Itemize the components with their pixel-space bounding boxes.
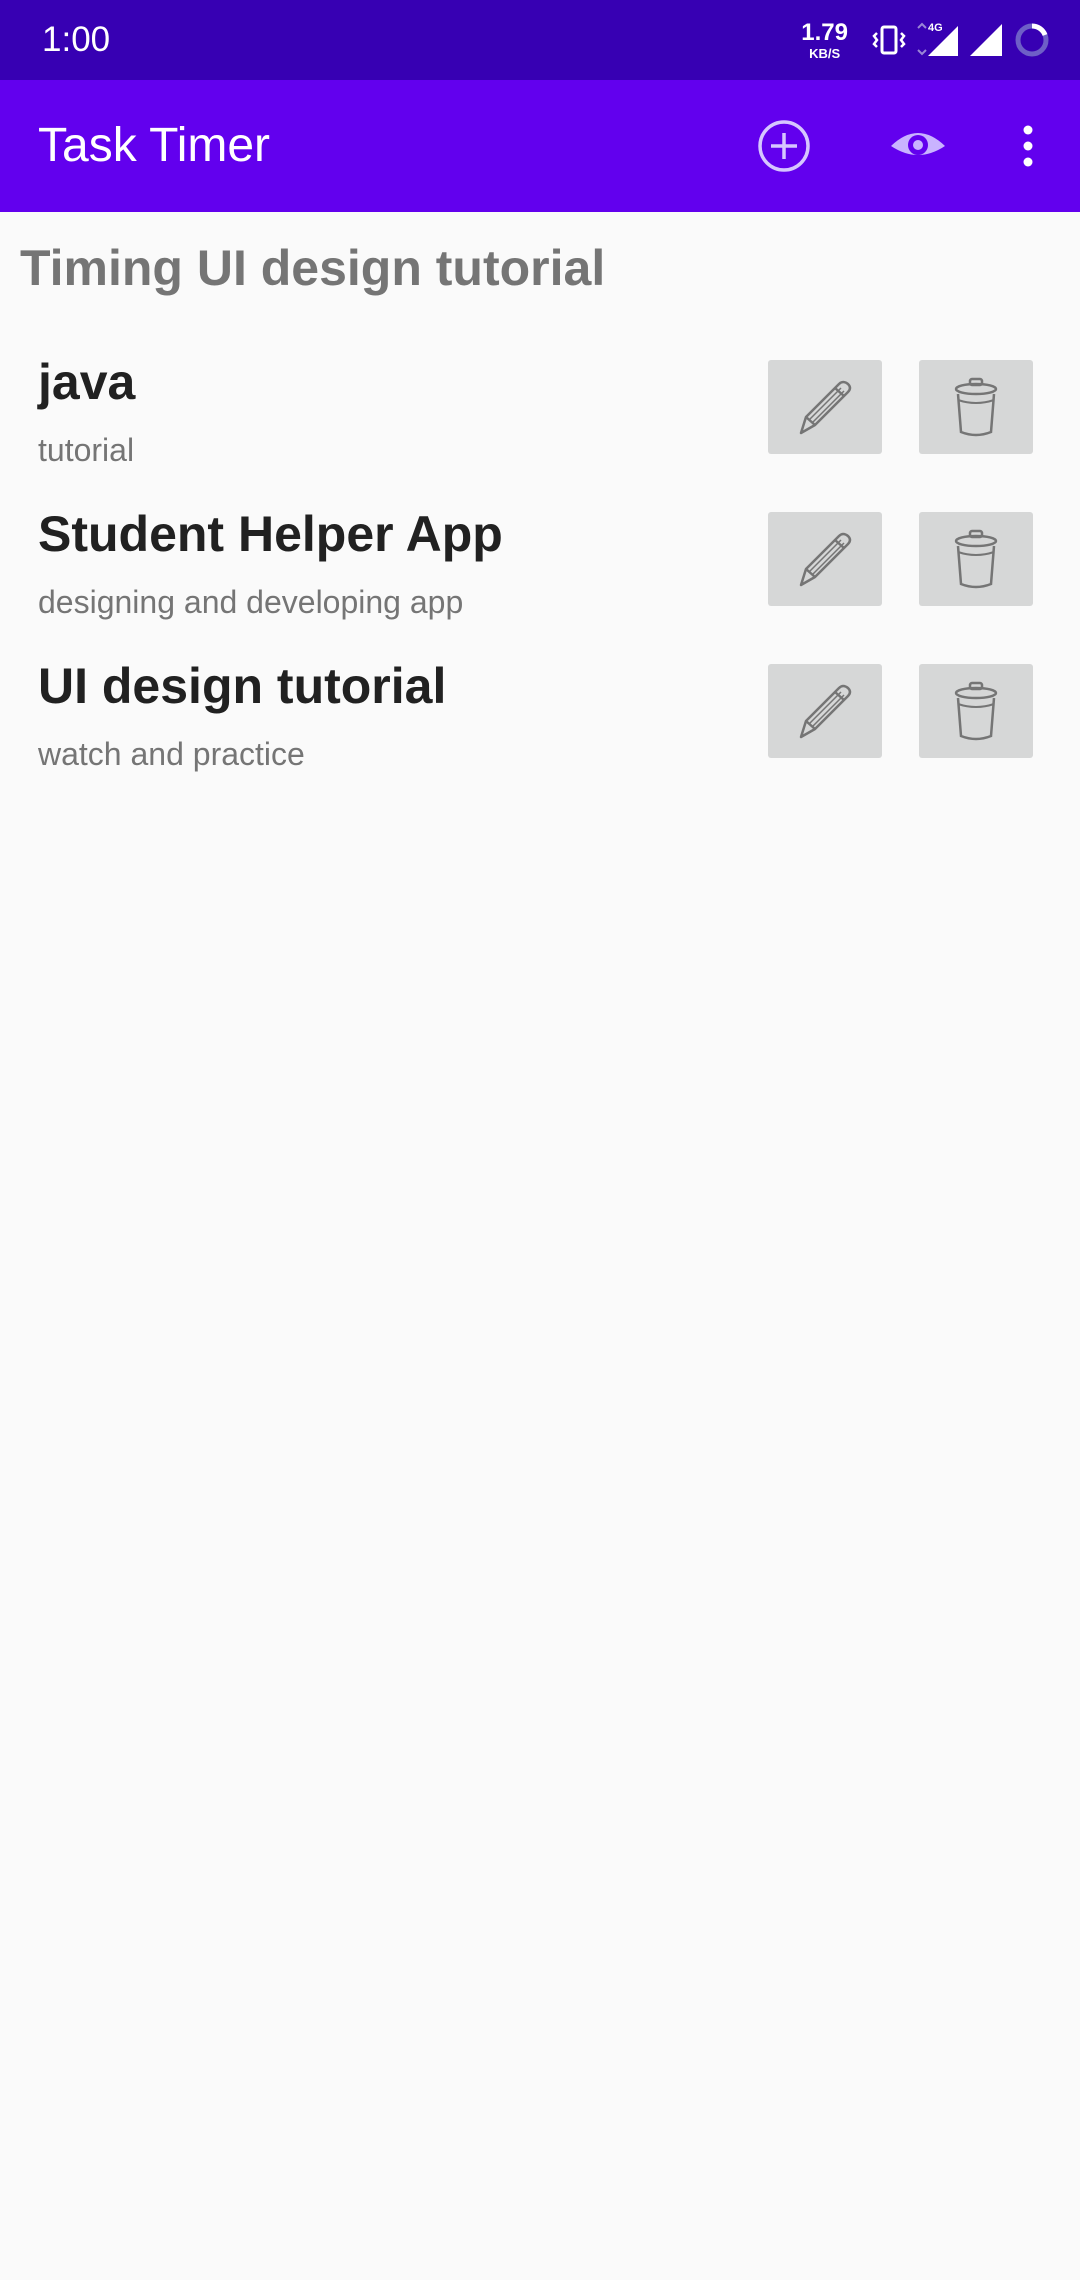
edit-task-button[interactable]	[768, 664, 882, 758]
status-time: 1:00	[42, 20, 111, 59]
network-type-label: 4G	[928, 22, 943, 34]
plus-circle-icon	[758, 120, 810, 172]
signal-icon	[970, 24, 1002, 56]
view-button[interactable]	[880, 108, 956, 184]
delete-task-button[interactable]	[919, 360, 1033, 454]
app-bar: Task Timer	[0, 80, 1080, 212]
overflow-menu-button[interactable]	[990, 108, 1066, 184]
task-row[interactable]: java tutorial	[0, 346, 1080, 498]
task-description: tutorial	[38, 432, 135, 468]
delete-task-button[interactable]	[919, 512, 1033, 606]
battery-icon	[1015, 23, 1049, 57]
more-vert-icon	[1023, 125, 1033, 167]
timing-heading: Timing UI design tutorial	[20, 240, 606, 296]
pencil-icon	[799, 532, 852, 587]
task-row[interactable]: UI design tutorial watch and practice	[0, 650, 1080, 802]
task-name: Student Helper App	[38, 506, 503, 562]
edit-task-button[interactable]	[768, 512, 882, 606]
task-description: watch and practice	[38, 736, 305, 772]
app-title: Task Timer	[38, 119, 271, 172]
vibrate-icon	[872, 25, 906, 55]
delete-task-button[interactable]	[919, 664, 1033, 758]
task-name: UI design tutorial	[38, 658, 447, 714]
task-name: java	[38, 354, 136, 410]
status-bar: 1:00 1.79 KB/S 4G	[0, 0, 1080, 80]
pencil-icon	[799, 684, 852, 739]
network-speed-unit: KB/S	[809, 45, 841, 61]
status-icons: 1.79 KB/S 4G	[801, 16, 1052, 64]
trash-icon	[954, 681, 998, 741]
network-speed: 1.79 KB/S	[801, 18, 848, 61]
pencil-icon	[799, 380, 852, 435]
task-description: designing and developing app	[38, 584, 464, 620]
edit-task-button[interactable]	[768, 360, 882, 454]
add-task-button[interactable]	[746, 108, 822, 184]
network-speed-value: 1.79	[801, 18, 848, 46]
trash-icon	[954, 529, 998, 589]
trash-icon	[954, 377, 998, 437]
eye-icon	[891, 133, 945, 155]
signal-4g-icon: 4G	[917, 22, 958, 56]
task-row[interactable]: Student Helper App designing and develop…	[0, 498, 1080, 650]
